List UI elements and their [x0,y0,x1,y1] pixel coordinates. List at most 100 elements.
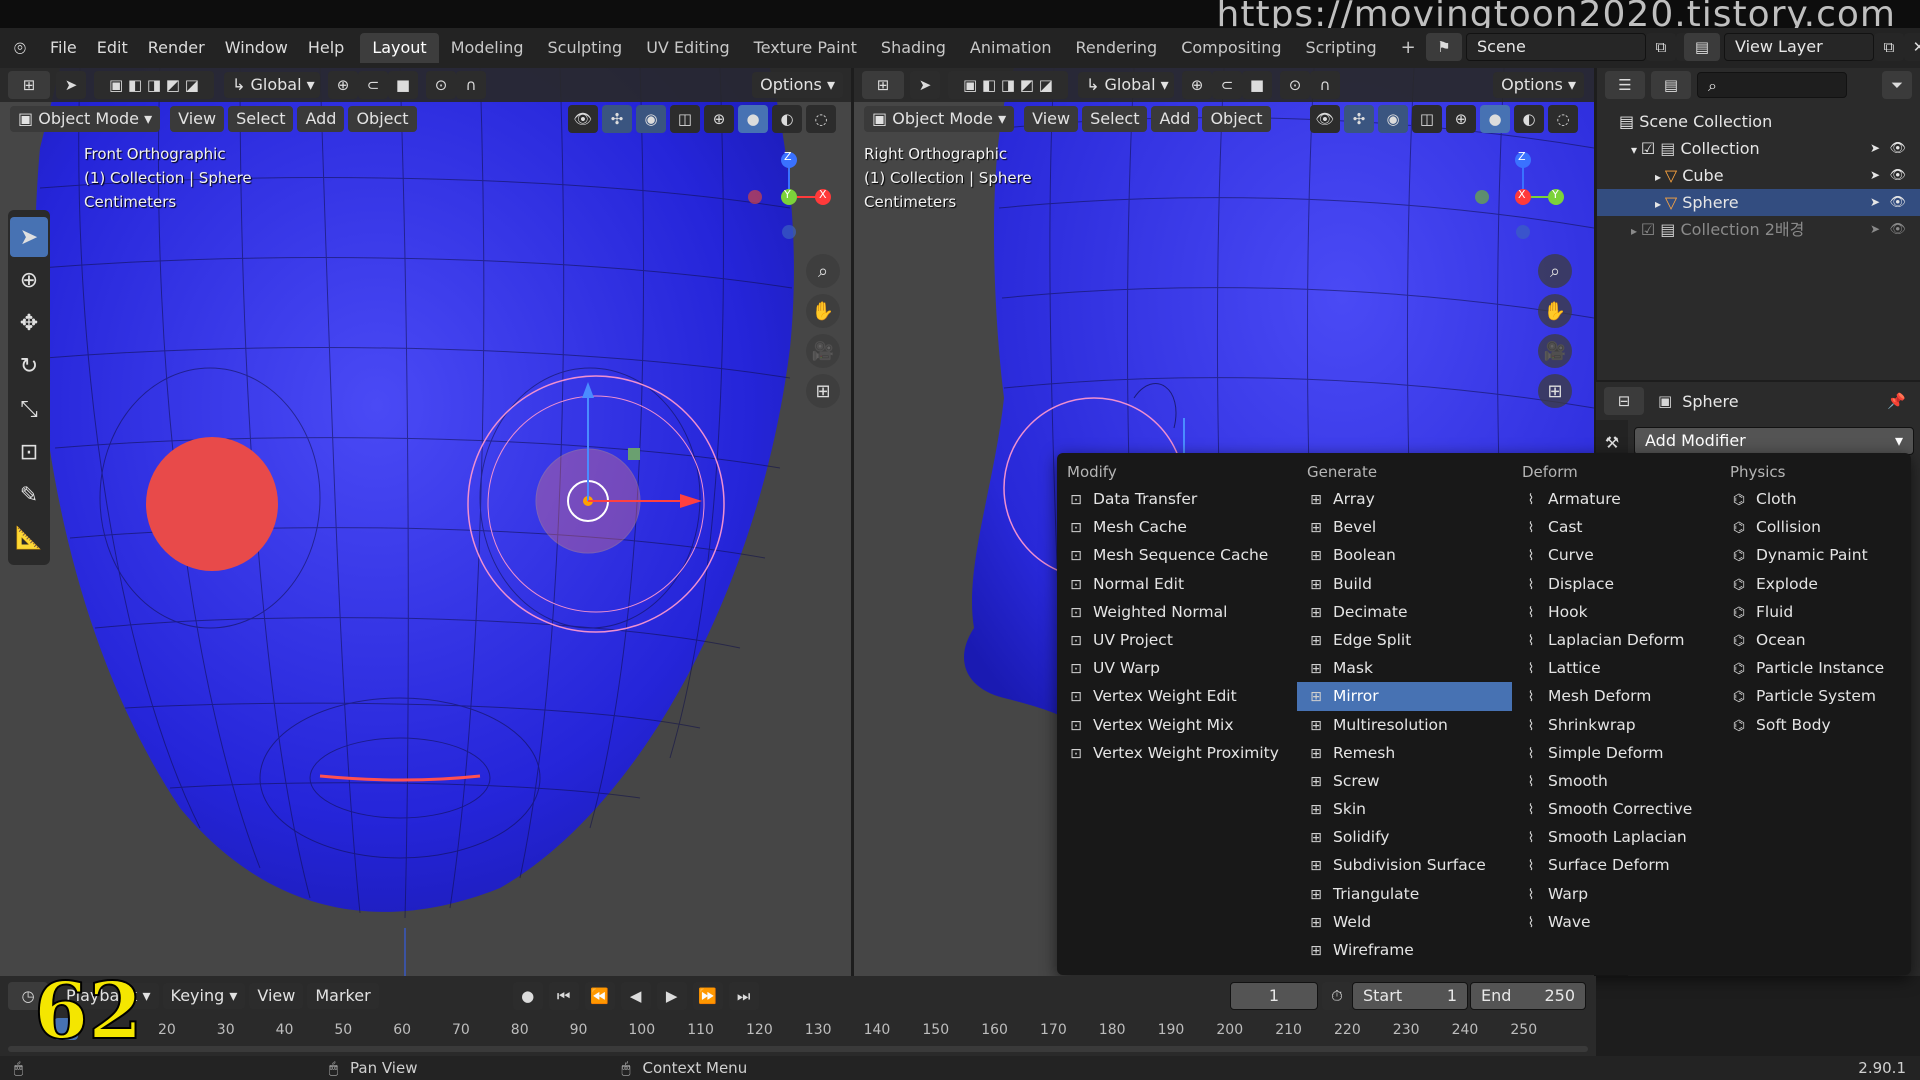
timeline-view-menu[interactable]: View [249,983,304,1009]
zoom-icon[interactable]: ⌕ [806,254,840,288]
modifier-smooth-laplacian[interactable]: ⌇ Smooth Laplacian [1512,823,1720,851]
tab-uv-editing[interactable]: UV Editing [634,33,741,63]
proportional-edit-icon[interactable]: ⊙ [1280,71,1310,99]
add-modifier-dropdown[interactable]: Add Modifier ▾ [1634,427,1914,455]
eye-visibility-icon[interactable]: 👁 [1889,189,1906,216]
tab-scripting[interactable]: Scripting [1294,33,1389,63]
current-frame-field[interactable]: 1 [1230,982,1318,1010]
modifier-cast[interactable]: ⌇ Cast [1512,513,1720,541]
select-box-icon[interactable]: ➤ [10,217,48,257]
tab-compositing[interactable]: Compositing [1169,33,1293,63]
selectable-arrow-icon[interactable]: ➤ [1870,189,1880,216]
move-icon[interactable]: ✥ [10,303,48,343]
snap-icon[interactable]: ⊂ [1212,71,1242,99]
timeline-ruler[interactable]: 0203040506070809010011012013014015016017… [0,1016,1596,1044]
pivot-icon[interactable]: ⊕ [328,71,358,99]
xray-icon[interactable]: ◫ [670,105,700,133]
scene-collection-row[interactable]: ▤ Scene Collection [1597,108,1920,135]
viewport-menu-add[interactable]: Add [1151,106,1199,132]
visibility-icon[interactable]: 👁 [568,105,598,133]
modifier-uv-project[interactable]: ⊡ UV Project [1057,626,1297,654]
tab-shading[interactable]: Shading [869,33,958,63]
exclude-checkbox[interactable]: ☑ [1641,139,1660,158]
overlay-icon[interactable]: ◉ [1378,105,1408,133]
orientation-dropdown[interactable]: ↳ Global ▾ [224,72,320,98]
camera-view-icon[interactable]: 🎥 [1538,334,1572,368]
modifier-vertex-weight-edit[interactable]: ⊡ Vertex Weight Edit [1057,682,1297,710]
play-reverse-icon[interactable]: ◀ [620,982,651,1010]
wireframe-shading-icon[interactable]: ⊕ [704,105,734,133]
falloff-icon[interactable]: ∩ [456,71,486,99]
new-scene-icon[interactable]: ⧉ [1646,33,1676,61]
modifier-armature[interactable]: ⌇ Armature [1512,485,1720,513]
outliner-item-3[interactable]: ▸ ▽ Sphere ➤ 👁 [1597,189,1920,216]
xray-icon[interactable]: ◫ [1412,105,1442,133]
outliner-item-4[interactable]: ▸ ☑ ▤ Collection 2배경 ➤ 👁 [1597,216,1920,243]
modifier-vertex-weight-mix[interactable]: ⊡ Vertex Weight Mix [1057,711,1297,739]
select-mode-icon[interactable]: ▣ ◧ ◨ ◩ ◪ [948,71,1068,99]
tab-texture-paint[interactable]: Texture Paint [742,33,869,63]
modifier-mirror[interactable]: ⊞ Mirror [1297,682,1512,711]
modifier-warp[interactable]: ⌇ Warp [1512,880,1720,908]
pan-hand-icon[interactable]: ✋ [1538,294,1572,328]
options-dropdown[interactable]: Options ▾ [752,72,843,98]
object-mode-dropdown[interactable]: ▣ Object Mode ▾ [10,106,161,132]
exclude-checkbox[interactable]: ☑ [1641,220,1660,239]
expand-arrow-icon[interactable]: ▾ [1631,143,1641,157]
menu-window[interactable]: Window [215,33,298,63]
modifier-wave[interactable]: ⌇ Wave [1512,908,1720,936]
modifier-uv-warp[interactable]: ⊡ UV Warp [1057,654,1297,682]
modifier-smooth-corrective[interactable]: ⌇ Smooth Corrective [1512,795,1720,823]
outliner-item-2[interactable]: ▸ ▽ Cube ➤ 👁 [1597,162,1920,189]
keying-menu[interactable]: Keying ▾ [162,983,246,1009]
material-shading-icon[interactable]: ◐ [772,105,802,133]
falloff-icon[interactable]: ∩ [1310,71,1340,99]
rendered-shading-icon[interactable]: ◌ [1548,105,1578,133]
modifier-solidify[interactable]: ⊞ Solidify [1297,823,1512,851]
modifier-remesh[interactable]: ⊞ Remesh [1297,739,1512,767]
nav-gizmo[interactable]: Z X Y [1474,144,1584,254]
selectable-arrow-icon[interactable]: ➤ [1870,162,1880,189]
modifier-skin[interactable]: ⊞ Skin [1297,795,1512,823]
select-tool-icon[interactable]: ➤ [56,71,86,99]
options-dropdown[interactable]: Options ▾ [1493,72,1584,98]
visibility-icon[interactable]: 👁 [1310,105,1340,133]
modifier-subdivision-surface[interactable]: ⊞ Subdivision Surface [1297,851,1512,879]
pivot-icon[interactable]: ⊕ [1182,71,1212,99]
modifier-weighted-normal[interactable]: ⊡ Weighted Normal [1057,598,1297,626]
snap-target-icon[interactable]: ■ [1242,71,1272,99]
viewport-menu-view[interactable]: View [170,106,225,132]
modifier-vertex-weight-proximity[interactable]: ⊡ Vertex Weight Proximity [1057,739,1297,767]
measure-icon[interactable]: 📐 [10,518,48,558]
modifier-mesh-cache[interactable]: ⊡ Mesh Cache [1057,513,1297,541]
start-frame-field[interactable]: Start 1 [1352,982,1468,1010]
tab-animation[interactable]: Animation [958,33,1064,63]
modifier-particle-system[interactable]: ⌬ Particle System [1720,682,1890,710]
modifier-collision[interactable]: ⌬ Collision [1720,513,1890,541]
tab-sculpting[interactable]: Sculpting [535,33,634,63]
scene-name-field[interactable]: Scene [1466,33,1646,61]
transform-icon[interactable]: ⊡ [10,432,48,472]
annotate-icon[interactable]: ✎ [10,475,48,515]
record-icon[interactable]: ● [512,982,543,1010]
modifier-normal-edit[interactable]: ⊡ Normal Edit [1057,570,1297,598]
filter-icon[interactable]: ⏷ [1882,71,1912,99]
modifier-bevel[interactable]: ⊞ Bevel [1297,513,1512,541]
clock-icon[interactable]: ⏱ [1322,982,1352,1010]
properties-editor-icon[interactable]: ⊟ [1604,387,1644,415]
modifier-lattice[interactable]: ⌇ Lattice [1512,654,1720,682]
gizmo-icon[interactable]: ✣ [602,105,632,133]
zoom-icon[interactable]: ⌕ [1538,254,1572,288]
modifier-particle-instance[interactable]: ⌬ Particle Instance [1720,654,1890,682]
ortho-grid-icon[interactable]: ⊞ [806,374,840,408]
outliner-search-input[interactable]: ⌕ [1697,72,1847,98]
eye-visibility-icon[interactable]: 👁 [1889,162,1906,189]
jump-start-icon[interactable]: ⏮ [548,982,579,1010]
select-mode-icon[interactable]: ▣ ◧ ◨ ◩ ◪ [94,71,214,99]
pan-hand-icon[interactable]: ✋ [806,294,840,328]
prev-keyframe-icon[interactable]: ⏪ [584,982,615,1010]
modifier-displace[interactable]: ⌇ Displace [1512,570,1720,598]
expand-arrow-icon[interactable]: ▸ [1631,224,1641,238]
jump-end-icon[interactable]: ⏭ [728,982,759,1010]
modifier-mesh-sequence-cache[interactable]: ⊡ Mesh Sequence Cache [1057,541,1297,569]
